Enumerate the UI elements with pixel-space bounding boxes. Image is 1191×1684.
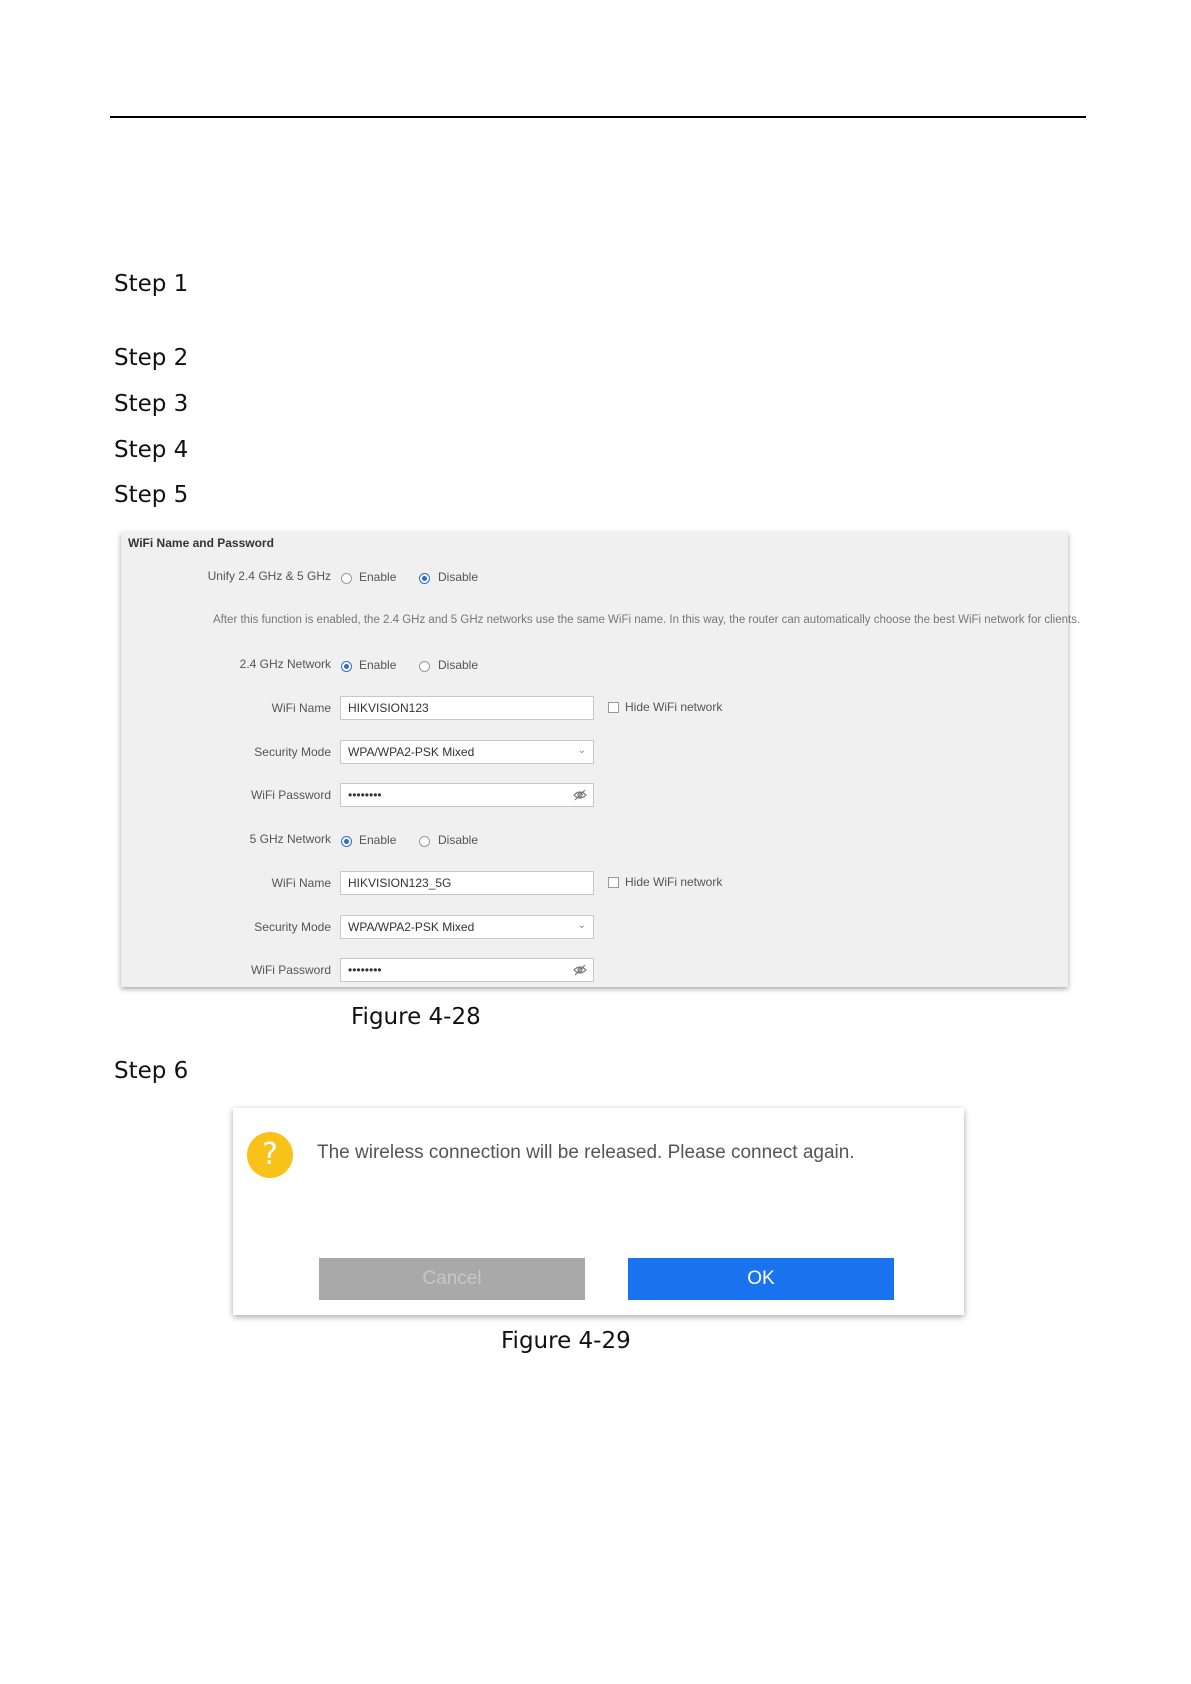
net24-enable-label: Enable <box>359 658 397 672</box>
ok-button[interactable]: OK <box>628 1258 894 1300</box>
unify-disable-label: Disable <box>438 570 479 584</box>
chevron-down-icon: ⌄ <box>577 745 586 756</box>
net5-wifi-name-input[interactable]: HIKVISION123_5G <box>340 871 594 895</box>
net24-disable-radio[interactable] <box>419 661 430 672</box>
net5-password-label: WiFi Password <box>250 963 331 977</box>
net5-hide-label: Hide WiFi network <box>625 875 723 889</box>
step-5-label: Step 5 <box>114 482 189 508</box>
step-3-label: Step 3 <box>114 391 189 417</box>
net24-password-label: WiFi Password <box>250 788 331 802</box>
unify-enable-label: Enable <box>359 570 397 584</box>
net24-disable-label: Disable <box>438 658 479 672</box>
confirm-dialog: ? The wireless connection will be releas… <box>233 1108 964 1315</box>
net5-disable-label: Disable <box>438 833 479 847</box>
net24-security-label: Security Mode <box>254 745 331 759</box>
cancel-button[interactable]: Cancel <box>319 1258 585 1300</box>
wifi-settings-panel: WiFi Name and Password Unify 2.4 GHz & 5… <box>121 532 1080 987</box>
net5-enable-label: Enable <box>359 833 397 847</box>
net24-enable-radio[interactable] <box>341 661 352 672</box>
net5-hide-checkbox[interactable] <box>608 877 619 888</box>
unify-label: Unify 2.4 GHz & 5 GHz <box>207 569 331 583</box>
net5-label: 5 GHz Network <box>249 832 331 846</box>
net5-security-label: Security Mode <box>254 920 331 934</box>
unify-note: After this function is enabled, the 2.4 … <box>213 614 1081 626</box>
dialog-message: The wireless connection will be released… <box>317 1142 855 1163</box>
net24-label: 2.4 GHz Network <box>239 657 331 671</box>
unify-disable-radio[interactable] <box>419 573 430 584</box>
panel-title: WiFi Name and Password <box>128 536 274 550</box>
net24-security-value: WPA/WPA2-PSK Mixed <box>348 745 475 759</box>
net24-password-input[interactable]: •••••••• <box>340 783 594 807</box>
net24-password-value: •••••••• <box>348 788 382 802</box>
eye-off-icon[interactable] <box>573 788 587 802</box>
chevron-down-icon: ⌄ <box>577 920 586 931</box>
header-rule <box>110 116 1086 118</box>
step-1-label: Step 1 <box>114 271 189 297</box>
step-6-label: Step 6 <box>114 1058 189 1084</box>
step-4-label: Step 4 <box>114 437 189 463</box>
figure-4-28-caption: Figure 4-28 <box>351 1004 481 1030</box>
net5-password-value: •••••••• <box>348 963 382 977</box>
net24-hide-label: Hide WiFi network <box>625 700 723 714</box>
net5-password-input[interactable]: •••••••• <box>340 958 594 982</box>
net5-enable-radio[interactable] <box>341 836 352 847</box>
figure-4-29-caption: Figure 4-29 <box>501 1328 631 1354</box>
net5-disable-radio[interactable] <box>419 836 430 847</box>
net24-security-select[interactable]: WPA/WPA2-PSK Mixed ⌄ <box>340 740 594 764</box>
step-2-label: Step 2 <box>114 345 189 371</box>
net24-wifi-name-label: WiFi Name <box>271 701 331 715</box>
net5-security-select[interactable]: WPA/WPA2-PSK Mixed ⌄ <box>340 915 594 939</box>
net24-wifi-name-input[interactable]: HIKVISION123 <box>340 696 594 720</box>
unify-enable-radio[interactable] <box>341 573 352 584</box>
question-icon: ? <box>247 1132 293 1178</box>
eye-off-icon[interactable] <box>573 963 587 977</box>
net5-wifi-name-label: WiFi Name <box>271 876 331 890</box>
net24-hide-checkbox[interactable] <box>608 702 619 713</box>
net5-security-value: WPA/WPA2-PSK Mixed <box>348 920 475 934</box>
